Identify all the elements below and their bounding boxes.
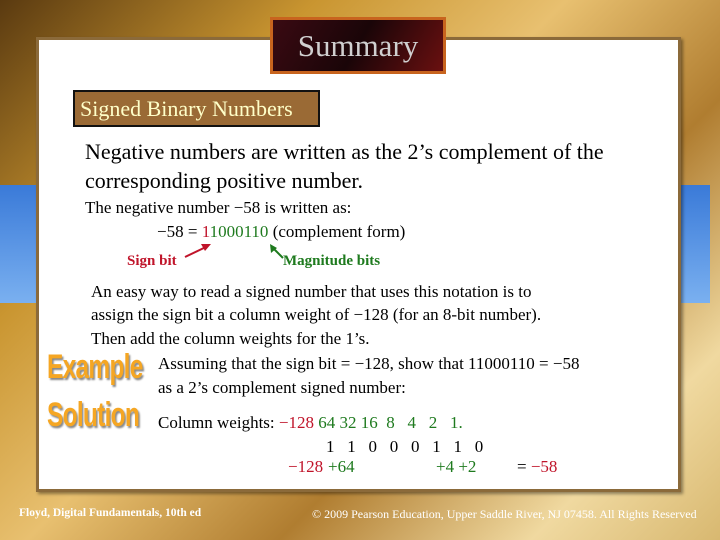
explanation-line-2: assign the sign bit a column weight of −…: [91, 305, 542, 324]
example-line-2: as a 2’s complement signed number:: [158, 378, 406, 397]
sum-pos2: +4 +2: [436, 457, 477, 476]
footer-left: Floyd, Digital Fundamentals, 10th ed: [19, 507, 202, 519]
equals: =: [517, 457, 531, 476]
arrows: [184, 244, 284, 259]
result: = −58: [517, 457, 557, 477]
example-line-1: Assuming that the sign bit = −128, show …: [158, 354, 580, 373]
weights: 64 32 16 8 4 2 1.: [318, 413, 463, 432]
example-badge: Example: [47, 348, 143, 386]
sum-sign: −128: [288, 457, 324, 476]
solution-badge: Solution: [47, 396, 140, 434]
prefix: Column weights:: [158, 413, 279, 432]
footer-right: © 2009 Pearson Education, Upper Saddle R…: [312, 507, 697, 521]
sign-weight: −128: [278, 413, 314, 432]
sign-bit-label: Sign bit: [127, 253, 177, 269]
column-weights: Column weights: −128 64 32 16 8 4 2 1.: [158, 413, 463, 433]
explanation-line-3: Then add the column weights for the 1’s.: [91, 329, 370, 348]
bits-row: 1 1 0 0 0 1 1 0: [326, 437, 484, 456]
magnitude-bits-label: Magnitude bits: [283, 253, 381, 269]
result-value: −58: [530, 457, 558, 476]
explanation-line-1: An easy way to read a signed number that…: [91, 282, 532, 301]
sum-pos1: +64: [328, 457, 355, 476]
sign-bit-arrowhead: [201, 244, 211, 251]
